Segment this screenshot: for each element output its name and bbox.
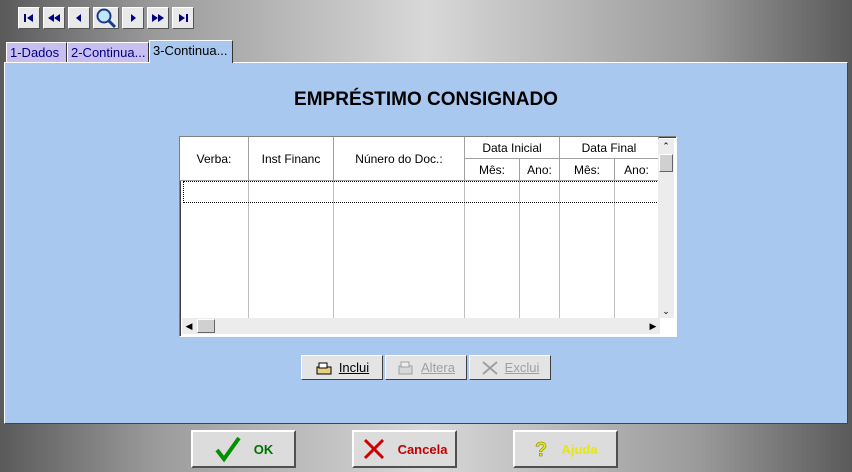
col-data-final[interactable]: Data Final: [560, 137, 659, 159]
vertical-scrollbar[interactable]: ⌃ ⌄: [658, 139, 674, 318]
col-inicial-mes[interactable]: Mês:: [465, 159, 520, 181]
altera-label: Altera: [421, 360, 455, 375]
main-panel: EMPRÉSTIMO CONSIGNADO Verba: Inst Financ…: [4, 62, 848, 424]
last-record-button[interactable]: [172, 7, 194, 29]
altera-button[interactable]: Altera: [385, 355, 467, 380]
delete-record-icon: [482, 360, 498, 375]
ajuda-button[interactable]: ? Ajuda: [513, 430, 618, 468]
scroll-left-icon[interactable]: ◀: [182, 319, 196, 333]
dialog-buttons: OK Cancela ? Ajuda: [0, 425, 852, 472]
previous-page-icon: [48, 14, 60, 22]
horizontal-scrollbar[interactable]: ◀ ▶: [182, 318, 660, 334]
exclui-button[interactable]: Exclui: [469, 355, 551, 380]
checkmark-icon: [215, 436, 241, 463]
record-navigation-toolbar: [18, 7, 194, 29]
last-record-icon: [179, 14, 188, 22]
next-page-icon: [152, 14, 164, 22]
add-record-icon: [316, 362, 332, 374]
previous-page-button[interactable]: [43, 7, 65, 29]
col-data-inicial[interactable]: Data Inicial: [465, 137, 560, 159]
next-record-icon: [131, 14, 136, 22]
cancela-label: Cancela: [397, 441, 448, 457]
col-final-ano[interactable]: Ano:: [615, 159, 659, 181]
col-inicial-ano[interactable]: Ano:: [520, 159, 560, 181]
next-page-button[interactable]: [147, 7, 169, 29]
inclui-label: Inclui: [338, 360, 370, 375]
scroll-thumb[interactable]: [197, 319, 215, 333]
tab-dados[interactable]: 1-Dados: [6, 42, 67, 62]
selected-row[interactable]: [183, 181, 659, 203]
tab-continua-2[interactable]: 2-Continua...: [67, 42, 149, 62]
col-verba[interactable]: Verba:: [180, 137, 249, 181]
next-record-button[interactable]: [122, 7, 144, 29]
loan-grid[interactable]: Verba: Inst Financ Núnero do Doc.: Data …: [179, 136, 677, 337]
ok-button[interactable]: OK: [191, 430, 296, 468]
scroll-right-icon[interactable]: ▶: [646, 319, 660, 333]
search-icon: [96, 8, 117, 29]
col-numero-doc[interactable]: Núnero do Doc.:: [334, 137, 465, 181]
first-record-button[interactable]: [18, 7, 40, 29]
exclui-label: Exclui: [504, 360, 540, 375]
question-mark-icon: ?: [535, 439, 548, 460]
scroll-up-icon[interactable]: ⌃: [659, 139, 673, 153]
scroll-thumb[interactable]: [659, 154, 673, 172]
x-icon: [363, 438, 384, 460]
edit-record-icon: [398, 361, 413, 374]
page-title: EMPRÉSTIMO CONSIGNADO: [294, 89, 558, 110]
inclui-button[interactable]: Inclui: [301, 355, 383, 380]
svg-text:?: ?: [535, 439, 547, 460]
search-button[interactable]: [93, 7, 119, 29]
ok-label: OK: [253, 441, 274, 457]
ajuda-label: Ajuda: [561, 441, 598, 457]
tab-continua-3[interactable]: 3-Continua...: [149, 40, 233, 63]
cancela-button[interactable]: Cancela: [352, 430, 457, 468]
previous-record-button[interactable]: [68, 7, 90, 29]
col-inst-financ[interactable]: Inst Financ: [249, 137, 334, 181]
col-final-mes[interactable]: Mês:: [560, 159, 615, 181]
scroll-down-icon[interactable]: ⌄: [659, 304, 673, 318]
previous-record-icon: [76, 14, 81, 22]
first-record-icon: [24, 14, 33, 22]
